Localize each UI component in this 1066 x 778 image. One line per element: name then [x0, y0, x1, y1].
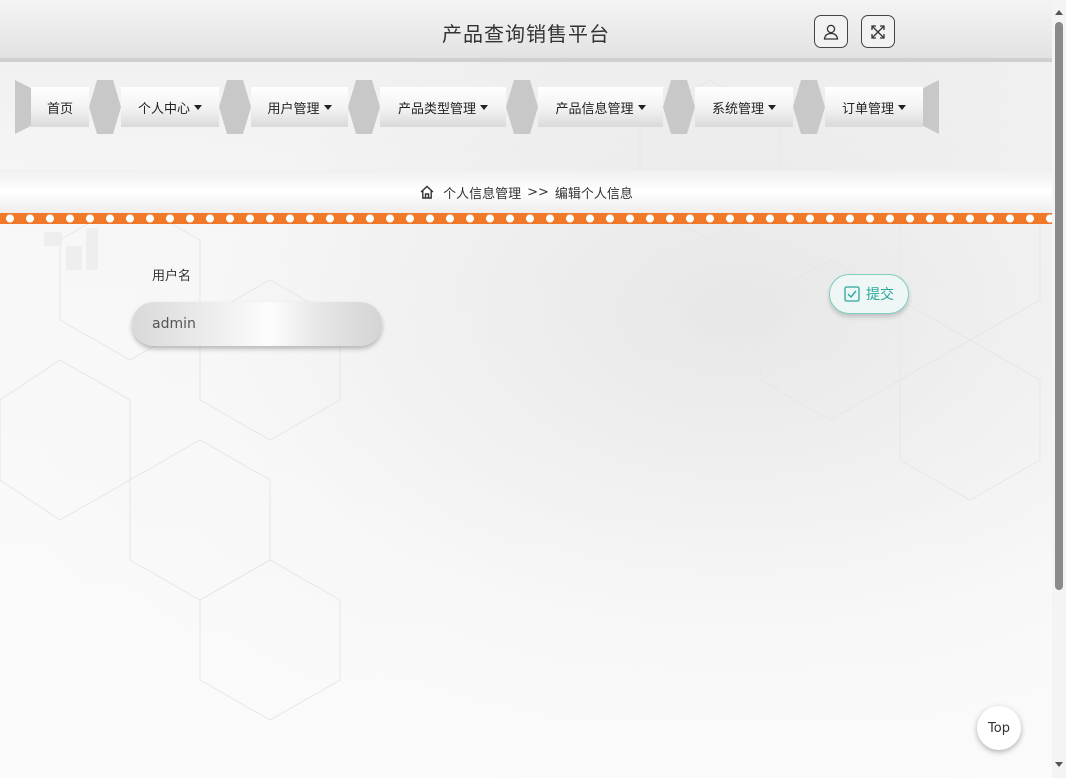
back-to-top-button[interactable]: Top	[977, 706, 1021, 750]
nav-item-label: 个人中心	[137, 101, 190, 117]
nav-item-label: 用户管理	[267, 101, 320, 117]
back-to-top-label: Top	[988, 720, 1010, 736]
nav-hex-decoration	[15, 80, 31, 134]
breadcrumb-current: 编辑个人信息	[554, 186, 633, 202]
scroll-down-arrow-icon[interactable]	[1055, 762, 1063, 767]
app-header: 产品查询销售平台	[0, 0, 1052, 62]
caret-down-icon	[637, 104, 646, 110]
caret-down-icon	[768, 104, 776, 110]
nav-item-label: 系统管理	[711, 101, 764, 117]
caret-down-icon	[898, 104, 906, 110]
submit-button[interactable]: 提交	[829, 274, 909, 314]
breadcrumb-separator: >>	[527, 184, 549, 200]
nav-item-order-management[interactable]: 订单管理	[825, 87, 923, 127]
nav-hex-decoration	[506, 80, 538, 134]
home-icon[interactable]	[419, 184, 435, 200]
nav-item-personal-center[interactable]: 个人中心	[121, 87, 219, 127]
nav-hex-decoration	[923, 80, 939, 134]
nav-hex-decoration	[89, 80, 121, 134]
nav-item-product-info-management[interactable]: 产品信息管理	[538, 87, 663, 127]
scroll-up-arrow-icon[interactable]	[1055, 10, 1063, 15]
caret-down-icon	[194, 104, 202, 110]
fullscreen-icon	[871, 24, 885, 39]
checkbox-icon	[844, 286, 860, 302]
user-button[interactable]	[814, 15, 848, 48]
scrollbar-thumb[interactable]	[1055, 22, 1063, 590]
nav-item-label: 产品类型管理	[397, 101, 476, 117]
nav-item-system-management[interactable]: 系统管理	[695, 87, 793, 127]
breadcrumb: 个人信息管理 >> 编辑个人信息	[0, 170, 1052, 214]
user-icon	[823, 24, 839, 40]
decorative-dot-border	[0, 213, 1052, 224]
nav-hex-decoration	[219, 80, 251, 134]
username-value: admin	[152, 316, 196, 332]
nav-hex-decoration	[793, 80, 825, 134]
main-nav: 首页 个人中心 用户管理 产品类型管理 产品信息管理 系统管理 订单管理	[15, 80, 939, 134]
nav-item-label: 订单管理	[841, 101, 894, 117]
vertical-scrollbar[interactable]	[1052, 0, 1066, 778]
nav-hex-decoration	[348, 80, 380, 134]
caret-down-icon	[323, 104, 332, 110]
nav-item-label: 产品信息管理	[555, 101, 634, 117]
caret-down-icon	[480, 104, 488, 110]
nav-item-home[interactable]: 首页	[31, 87, 89, 127]
nav-hex-decoration	[663, 80, 695, 134]
submit-label: 提交	[866, 287, 894, 303]
nav-item-label: 首页	[46, 101, 73, 117]
breadcrumb-section[interactable]: 个人信息管理	[443, 183, 521, 202]
nav-item-user-management[interactable]: 用户管理	[251, 87, 348, 127]
nav-item-product-type-management[interactable]: 产品类型管理	[380, 87, 506, 127]
username-label: 用户名	[152, 269, 192, 284]
fullscreen-button[interactable]	[861, 15, 895, 48]
username-input[interactable]: admin	[132, 302, 382, 346]
